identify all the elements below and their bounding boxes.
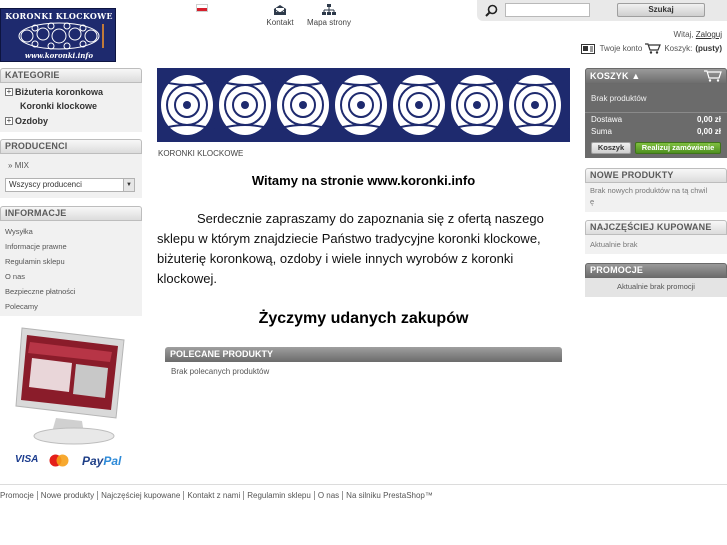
collapse-arrow-icon[interactable]: ▲	[631, 71, 640, 81]
paypal-logo-b: Pal	[103, 454, 122, 468]
search-bar: Szukaj	[477, 0, 727, 21]
shipping-label: Dostawa	[591, 115, 623, 124]
promotions-block: PROMOCJE Aktualnie brak promocji	[585, 263, 727, 297]
paypal-logo-a: Pay	[82, 454, 104, 468]
best-sellers-text: Aktualnie brak	[590, 240, 638, 249]
cart-icon[interactable]	[645, 43, 662, 54]
search-button[interactable]: Szukaj	[617, 3, 705, 17]
wish-heading: Życzymy udanych zakupów	[258, 310, 469, 327]
categories-block: KATEGORIE + Biżuteria koronkowa Koronki …	[0, 68, 142, 132]
expand-icon[interactable]: +	[5, 117, 13, 125]
shop-logo[interactable]: KORONKI KLOCKOWE www.koronki.info	[0, 8, 116, 62]
contact-link[interactable]: Kontakt	[262, 4, 298, 27]
cart-empty-text: Brak produktów	[591, 94, 647, 103]
footer-links: Promocje Nowe produkty Najczęściej kupow…	[0, 491, 436, 500]
sitemap-link[interactable]: Mapa strony	[304, 4, 354, 27]
search-input[interactable]	[505, 3, 590, 17]
account-row: Twoje konto Koszyk: (pusty)	[580, 43, 722, 54]
best-sellers-title[interactable]: NAJCZĘŚCIEJ KUPOWANE	[585, 220, 727, 235]
promotions-title[interactable]: PROMOCJE	[585, 263, 727, 278]
best-sellers-block: NAJCZĘŚCIEJ KUPOWANE Aktualnie brak	[585, 220, 727, 254]
category-label[interactable]: Ozdoby	[15, 116, 48, 126]
login-link[interactable]: Zaloguj	[696, 30, 722, 39]
cart-total-row: Suma 0,00 zł	[591, 127, 721, 136]
categories-title: KATEGORIE	[0, 68, 142, 83]
info-link[interactable]: Wysyłka	[5, 227, 33, 236]
manufacturer-select[interactable]: Wszyscy producenci ▼	[5, 178, 135, 192]
featured-products-title: POLECANE PRODUKTY	[165, 347, 562, 362]
shipping-value: 0,00 zł	[696, 115, 721, 124]
welcome-text: Witaj,	[673, 30, 694, 39]
total-value: 0,00 zł	[696, 127, 721, 136]
footer: Promocje Nowe produkty Najczęściej kupow…	[0, 484, 727, 506]
double-chevron-icon: »	[8, 161, 13, 170]
lace-banner-image	[157, 68, 570, 142]
category-label[interactable]: Biżuteria koronkowa	[15, 87, 103, 97]
cart-block: KOSZYK ▲ Brak produktów Dostawa 0,00 zł …	[585, 68, 727, 158]
footer-link[interactable]: Kontakt z nami	[183, 491, 243, 500]
account-icon[interactable]	[580, 43, 597, 54]
dropdown-arrow-icon[interactable]: ▼	[123, 179, 134, 191]
featured-products-empty: Brak polecanych produktów	[171, 367, 270, 376]
footer-link[interactable]: Regulamin sklepu	[243, 491, 314, 500]
manufacturers-block: PRODUCENCI » MIX Wszyscy producenci ▼	[0, 139, 142, 198]
cart-status: (pusty)	[695, 44, 722, 53]
breadcrumb: KORONKI KLOCKOWE	[158, 149, 244, 158]
lace-logo-image	[18, 22, 104, 50]
cart-title: KOSZYK	[590, 71, 629, 81]
manufacturer-select-value: Wszyscy producenci	[9, 180, 82, 189]
logo-url: www.koronki.info	[24, 51, 94, 60]
info-link[interactable]: Polecamy	[5, 302, 38, 311]
category-item[interactable]: + Biżuteria koronkowa	[5, 87, 103, 97]
new-products-block: NOWE PRODUKTY Brak nowych produktów na t…	[585, 168, 727, 212]
cart-divider	[585, 112, 727, 113]
contact-label: Kontakt	[266, 18, 294, 27]
shopping-cart-icon	[704, 70, 722, 82]
info-link[interactable]: O nas	[5, 272, 25, 281]
cart-shipping-row: Dostawa 0,00 zł	[591, 115, 721, 124]
information-block: INFORMACJE Wysyłka Informacje prawne Reg…	[0, 206, 142, 316]
polish-flag-icon[interactable]	[196, 4, 208, 12]
category-item[interactable]: + Ozdoby	[5, 116, 48, 126]
envelope-icon	[273, 5, 287, 15]
category-item[interactable]: Koronki klockowe	[20, 101, 97, 111]
info-link[interactable]: Regulamin sklepu	[5, 257, 65, 266]
sitemap-icon	[322, 4, 336, 15]
visa-logo: VISA	[15, 454, 39, 465]
footer-link[interactable]: Na silniku PrestaShop™	[342, 491, 436, 500]
footer-link[interactable]: Nowe produkty	[36, 491, 97, 500]
footer-link[interactable]: O nas	[313, 491, 342, 500]
manufacturers-title: PRODUCENCI	[0, 139, 142, 154]
info-link[interactable]: Bezpieczne płatności	[5, 287, 75, 296]
total-label: Suma	[591, 127, 612, 136]
intro-paragraph: Serdecznie zapraszamy do zapoznania się …	[157, 211, 544, 286]
cart-button[interactable]: Koszyk	[591, 142, 631, 154]
expand-icon[interactable]: +	[5, 88, 13, 96]
footer-link[interactable]: Najczęściej kupowane	[97, 491, 183, 500]
secure-shop-monitor-image[interactable]	[12, 322, 130, 446]
welcome-line: Witaj, Zaloguj	[674, 30, 722, 39]
checkout-button[interactable]: Realizuj zamówienie	[635, 142, 721, 154]
manufacturer-label[interactable]: MIX	[15, 161, 29, 170]
sitemap-label: Mapa strony	[306, 18, 352, 27]
promotions-text: Aktualnie brak promocji	[617, 282, 695, 291]
cart-link[interactable]: Koszyk:	[664, 44, 692, 53]
footer-link[interactable]: Promocje	[0, 491, 37, 500]
new-products-text-cont: ę	[590, 197, 595, 206]
account-link[interactable]: Twoje konto	[600, 44, 643, 53]
paypal-logo: PayPal	[82, 454, 121, 468]
info-link[interactable]: Informacje prawne	[5, 242, 67, 251]
category-label[interactable]: Koronki klockowe	[20, 101, 97, 111]
search-icon[interactable]	[485, 4, 498, 17]
welcome-heading: Witamy na stronie www.koronki.info	[251, 173, 476, 188]
new-products-title[interactable]: NOWE PRODUKTY	[585, 168, 727, 183]
new-products-text: Brak nowych produktów na tą chwil	[590, 186, 708, 195]
information-title: INFORMACJE	[0, 206, 142, 221]
mastercard-logo-icon	[49, 454, 69, 467]
manufacturer-item[interactable]: » MIX	[8, 161, 29, 170]
